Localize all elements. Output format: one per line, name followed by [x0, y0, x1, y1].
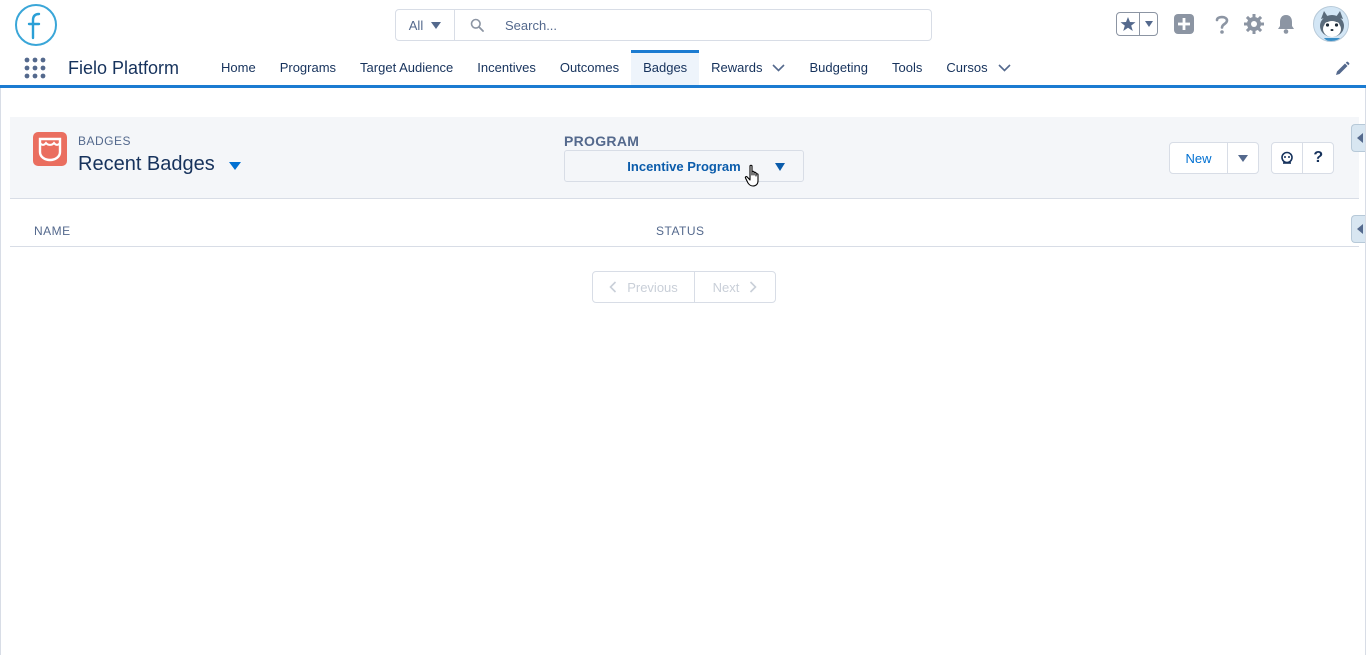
column-header-name[interactable]: NAME	[34, 224, 71, 238]
list-view-header: BADGES Recent Badges PROGRAM Incentive P…	[10, 117, 1359, 199]
chevron-left-icon	[609, 281, 617, 293]
tour-icon[interactable]	[1272, 143, 1302, 173]
nav-item-badges[interactable]: Badges	[631, 50, 700, 85]
object-type-label: BADGES	[78, 134, 132, 148]
previous-label: Previous	[627, 279, 678, 295]
program-select[interactable]: Incentive Program	[564, 150, 804, 182]
next-label: Next	[712, 279, 740, 295]
next-page-button[interactable]: Next	[695, 272, 775, 302]
nav-item-budgeting[interactable]: Budgeting	[797, 50, 880, 85]
header-actions	[1116, 6, 1356, 44]
column-header-status[interactable]: STATUS	[656, 224, 705, 238]
list-view-selector[interactable]: Recent Badges	[78, 153, 241, 176]
favorites-button-group	[1116, 12, 1158, 36]
nav-item-cursos[interactable]: Cursos	[934, 50, 1022, 85]
edit-nav-pencil-icon[interactable]	[1334, 61, 1350, 77]
user-avatar[interactable]	[1313, 6, 1349, 42]
program-selected-value: Incentive Program	[627, 158, 741, 174]
nav-item-label: Badges	[643, 60, 688, 75]
nav-item-home[interactable]: Home	[209, 50, 268, 85]
help-button[interactable]: ?	[1302, 143, 1333, 173]
app-launcher-icon[interactable]	[24, 57, 46, 79]
nav-item-label: Programs	[279, 60, 337, 75]
nav-item-outcomes[interactable]: Outcomes	[548, 50, 631, 85]
chevron-right-icon	[750, 281, 757, 293]
chevron-down-icon	[431, 21, 442, 29]
nav-item-rewards[interactable]: Rewards	[699, 50, 797, 85]
list-view-title: Recent Badges	[78, 153, 215, 175]
star-favorites-icon[interactable]	[1117, 13, 1140, 35]
chevron-left-icon	[1356, 133, 1363, 143]
chevron-down-icon[interactable]	[998, 63, 1011, 72]
chevron-down-icon[interactable]	[772, 63, 786, 72]
page-frame: BADGES Recent Badges PROGRAM Incentive P…	[0, 88, 1366, 655]
chevron-down-icon[interactable]	[775, 163, 785, 171]
search-input[interactable]	[499, 10, 931, 40]
nav-item-label: Incentives	[477, 60, 536, 75]
search-icon	[455, 10, 499, 40]
previous-page-button[interactable]: Previous	[593, 272, 695, 302]
nav-item-programs[interactable]: Programs	[268, 50, 348, 85]
pagination: Previous Next	[592, 271, 776, 303]
nav-item-tools[interactable]: Tools	[880, 50, 934, 85]
search-scope-label: All	[408, 17, 424, 33]
side-panel-toggle[interactable]	[1351, 124, 1365, 152]
notifications-bell-icon[interactable]	[1274, 12, 1298, 36]
add-icon[interactable]	[1172, 12, 1196, 36]
app-nav-bar: Fielo Platform Home Programs Target Audi…	[0, 50, 1366, 88]
nav-item-incentives[interactable]: Incentives	[465, 50, 548, 85]
hand-cursor-icon	[744, 164, 764, 188]
badge-object-icon	[33, 132, 67, 166]
chevron-down-icon[interactable]	[228, 162, 241, 170]
nav-item-label: Home	[221, 60, 256, 75]
nav-item-label: Cursos	[946, 60, 988, 75]
program-label: PROGRAM	[564, 133, 640, 149]
setup-gear-icon[interactable]	[1242, 12, 1266, 36]
help-icon[interactable]	[1210, 12, 1234, 36]
fielo-f-logo-icon	[27, 12, 41, 40]
global-header: All	[0, 0, 1366, 50]
table-header: NAME STATUS	[10, 199, 1359, 247]
search-scope-select[interactable]: All	[396, 10, 455, 40]
fielo-logo[interactable]	[15, 4, 57, 46]
app-name: Fielo Platform	[68, 58, 180, 78]
new-menu-chevron-icon[interactable]	[1228, 143, 1258, 173]
nav-item-label: Budgeting	[809, 60, 869, 75]
nav-item-target-audience[interactable]: Target Audience	[348, 50, 465, 85]
nav-item-label: Outcomes	[559, 60, 620, 75]
nav-item-label: Tools	[892, 60, 923, 75]
nav-item-label: Rewards	[711, 60, 763, 75]
new-button[interactable]: New	[1170, 143, 1228, 173]
new-button-group: New	[1169, 142, 1259, 174]
nav-items: Home Programs Target Audience Incentives…	[209, 50, 1023, 85]
favorites-menu-chevron-icon[interactable]	[1140, 13, 1157, 35]
utility-button-group: ?	[1271, 142, 1334, 174]
global-search: All	[395, 9, 932, 41]
nav-item-label: Target Audience	[360, 60, 454, 75]
